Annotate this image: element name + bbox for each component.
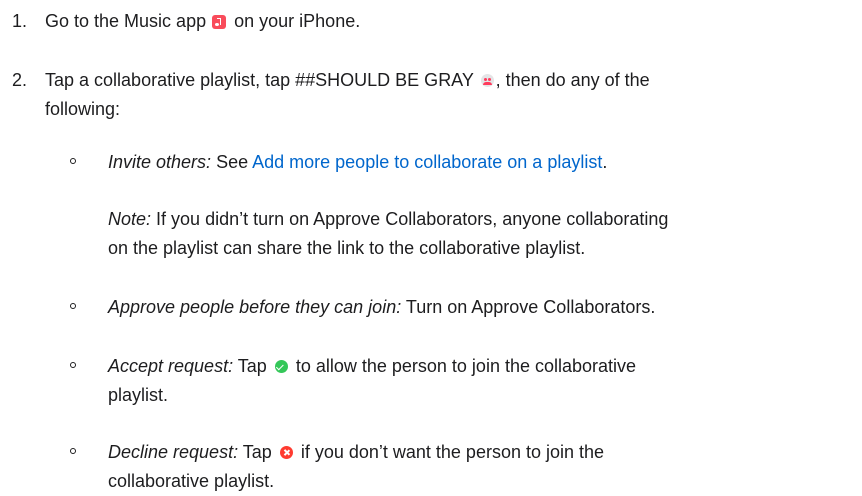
substep-text: Tap: [237, 356, 267, 376]
step-1: 1. Go to the Music app on your iPhone.: [12, 7, 852, 36]
substep-text: See: [216, 152, 249, 172]
substep-label: Approve people before they can join:: [108, 297, 402, 317]
substep-text-end: to allow the person to join the collabor…: [295, 356, 637, 376]
substep-text: Tap: [242, 442, 272, 462]
bullet-icon: [70, 158, 76, 164]
bullet-icon: [70, 303, 76, 309]
bullet-icon: [70, 448, 76, 454]
substep-label: Invite others:: [108, 152, 212, 172]
music-app-icon: [212, 15, 227, 29]
step-number: 1.: [12, 11, 28, 31]
substep-text-line2: collaborative playlist.: [108, 471, 275, 491]
step-2: 2. Tap a collaborative playlist, tap ##SH…: [12, 66, 852, 124]
substep-accept: Accept request: Tap to allow the person …: [70, 352, 858, 410]
step-number: 2.: [12, 70, 28, 90]
substep-end: .: [602, 152, 608, 172]
substep-text-line2: playlist.: [108, 385, 169, 405]
note-text-line1: If you didn’t turn on Approve Collaborat…: [156, 209, 669, 229]
substep-invite: Invite others: See Add more people to co…: [70, 148, 858, 177]
step-text-end: , then do any of the: [495, 70, 650, 90]
substep-label: Accept request:: [108, 356, 234, 376]
checkmark-circle-icon: [274, 360, 288, 373]
bullet-icon: [70, 362, 76, 368]
substep-approve: Approve people before they can join: Tur…: [70, 293, 858, 322]
step-text-line2: following:: [45, 99, 121, 119]
help-document: 1. Go to the Music app on your iPhone. 2.…: [0, 0, 862, 491]
substep-text: Turn on Approve Collaborators.: [405, 297, 656, 317]
collaborate-icon: [480, 74, 494, 87]
step-text-end: on your iPhone.: [234, 11, 361, 31]
step-text: Tap a collaborative playlist, tap ##SHOU…: [45, 70, 474, 90]
note-label: Note:: [108, 209, 152, 229]
note-text-line2: on the playlist can share the link to th…: [108, 238, 586, 258]
substep-label: Decline request:: [108, 442, 239, 462]
step-text: Go to the Music app: [45, 11, 207, 31]
substep-decline: Decline request: Tap if you don’t want t…: [70, 438, 858, 496]
x-circle-icon: [279, 446, 293, 459]
collaborate-playlist-link[interactable]: Add more people to collaborate on a play…: [252, 152, 602, 172]
note: Note: If you didn’t turn on Approve Coll…: [108, 205, 858, 263]
substep-text-end: if you don’t want the person to join the: [300, 442, 605, 462]
